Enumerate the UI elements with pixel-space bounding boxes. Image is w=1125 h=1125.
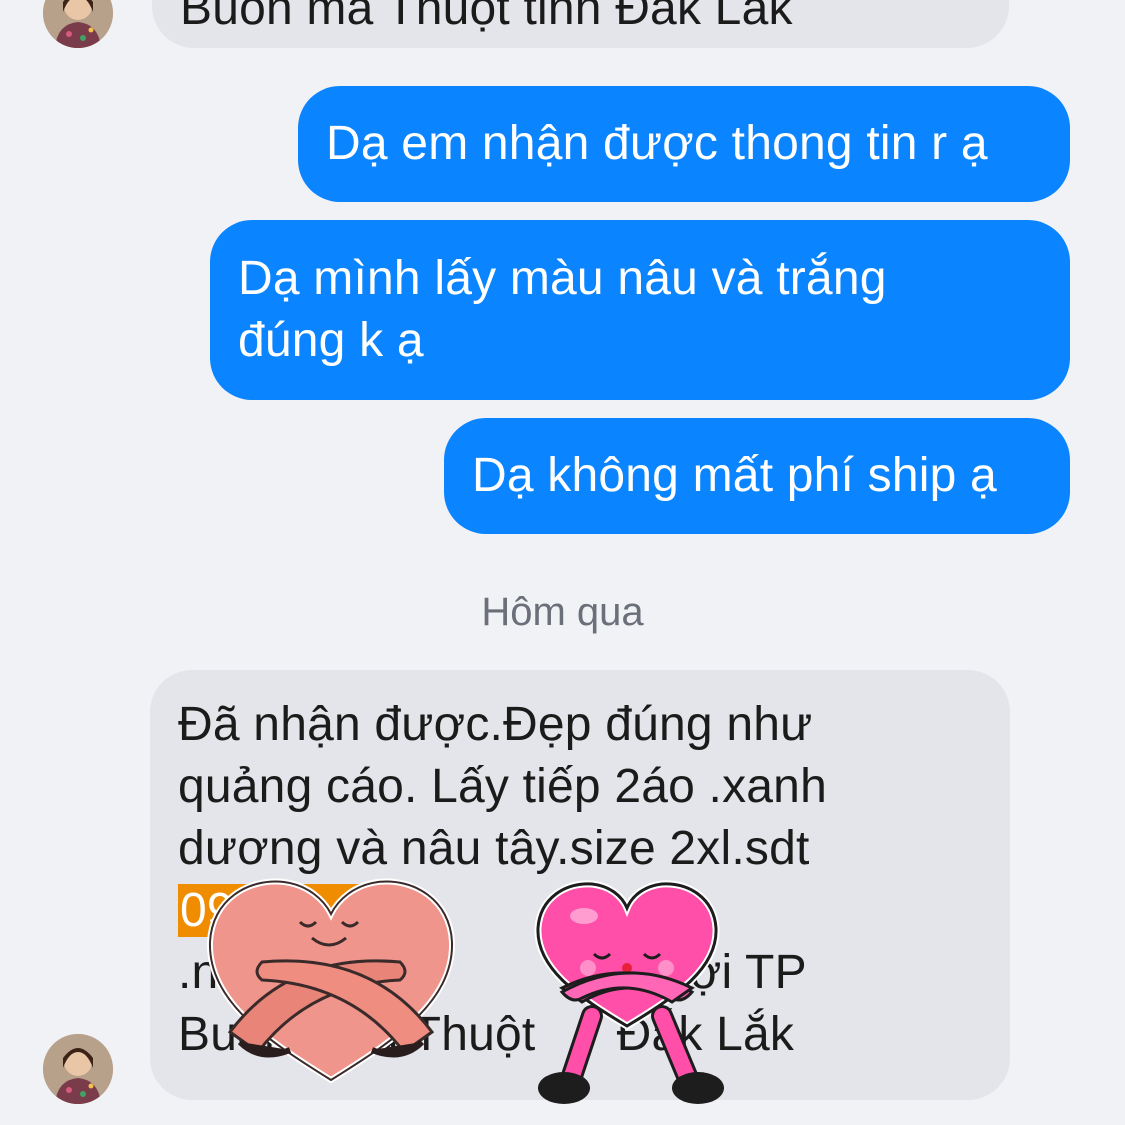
message-text: dương và nâu tây.size 2xl.sdt: [178, 822, 810, 875]
date-separator: Hôm qua: [481, 590, 644, 634]
message-text: Dạ em nhận được thong tin r ạ: [326, 117, 988, 170]
message-text: Dạ mình lấy màu nâu và trắng: [238, 252, 887, 305]
contact-avatar[interactable]: [43, 1034, 113, 1104]
avatar-photo-icon: [43, 0, 113, 48]
outgoing-message-bubble[interactable]: Dạ không mất phí ship ạ: [444, 418, 1070, 534]
message-text: Dạ không mất phí ship ạ: [472, 449, 997, 502]
avatar-photo-icon: [43, 1034, 113, 1104]
hugging-heart-icon: [206, 878, 456, 1084]
hugging-heart-icon: [534, 880, 724, 1104]
contact-avatar[interactable]: [43, 0, 113, 48]
hugging-heart-sticker: [522, 876, 732, 1108]
incoming-message-bubble[interactable]: Buôn ma Thuột tỉnh Đắk Lắk: [152, 0, 1009, 48]
outgoing-message-bubble[interactable]: Dạ mình lấy màu nâu và trắng đúng k ạ: [210, 220, 1070, 400]
message-text: quảng cáo. Lấy tiếp 2áo .xanh: [178, 760, 827, 813]
hugging-heart-sticker: [200, 872, 462, 1084]
outgoing-message-bubble[interactable]: Dạ em nhận được thong tin r ạ: [298, 86, 1070, 202]
message-text: Buôn ma Thuột tỉnh Đắk Lắk: [180, 0, 793, 35]
chat-thread: Buôn ma Thuột tỉnh Đắk Lắk Dạ em nhận đư…: [0, 0, 1125, 1125]
message-text: Đã nhận được.Đẹp đúng như: [178, 698, 813, 751]
message-text: đúng k ạ: [238, 314, 424, 367]
